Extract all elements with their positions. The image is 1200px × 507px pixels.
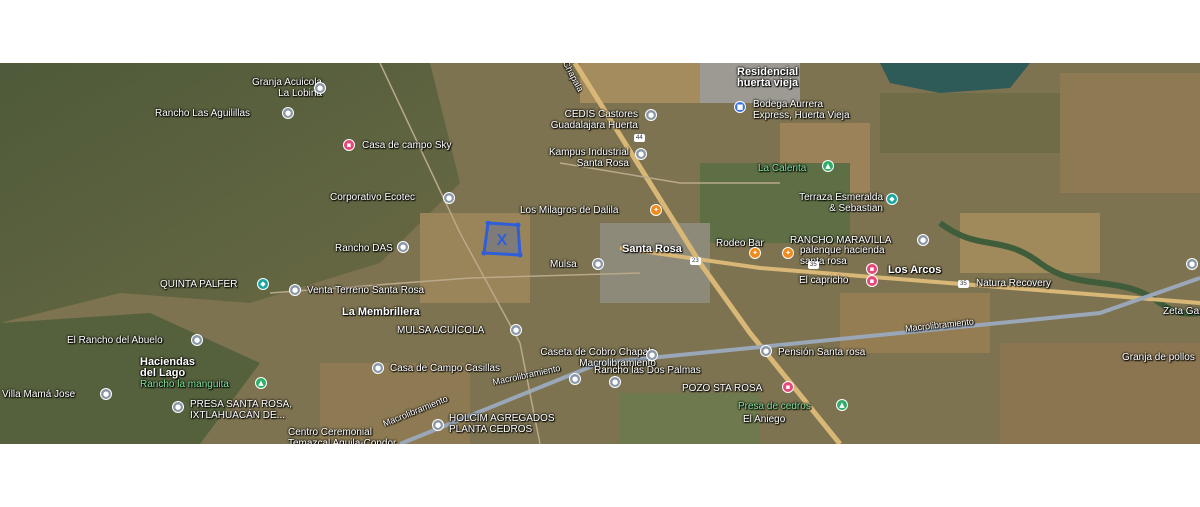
place-pin-icon[interactable]: ● xyxy=(191,334,203,346)
label-los-milagros[interactable]: Los Milagros de Dalila xyxy=(520,205,618,216)
lodging-pin-icon[interactable]: ▪ xyxy=(343,139,355,151)
satellite-map[interactable]: X Granja Acuicola La Lobina ● Rancho Las … xyxy=(0,63,1200,444)
label-pozo-sta-rosa[interactable]: POZO STA ROSA xyxy=(682,383,762,394)
highway-shield: 35 xyxy=(808,261,819,269)
label-casa-de-campo-casillas[interactable]: Casa de Campo Casillas xyxy=(390,363,500,374)
lodging-pin-icon[interactable]: ▪ xyxy=(866,263,878,275)
place-pin-icon[interactable]: ● xyxy=(1186,258,1198,270)
label-centro-ceremonial[interactable]: Centro Ceremonial Temazcal Aguila-Condor xyxy=(288,427,418,444)
label-rancho-las-aguilillas[interactable]: Rancho Las Aguilillas xyxy=(155,108,250,119)
venue-pin-icon[interactable]: ◆ xyxy=(257,278,269,290)
label-natura-recovery[interactable]: Natura Recovery xyxy=(976,278,1051,289)
place-pin-icon[interactable]: ● xyxy=(100,388,112,400)
place-pin-icon[interactable]: ● xyxy=(510,324,522,336)
label-presa-santa-rosa[interactable]: PRESA SANTA ROSA, IXTLAHUACÁN DE... xyxy=(190,399,320,421)
label-los-arcos[interactable]: Los Arcos xyxy=(888,265,941,276)
label-mulsa-acuicola[interactable]: MULSA ACUÍCOLA xyxy=(397,325,484,336)
label-la-calerita[interactable]: La Calerita xyxy=(758,163,806,174)
label-zeta-ga[interactable]: Zeta Ga xyxy=(1163,306,1199,317)
label-el-capricho[interactable]: El capricho xyxy=(799,275,848,286)
label-corporativo-ecotec[interactable]: Corporativo Ecotec xyxy=(330,192,415,203)
label-venta-terreno[interactable]: Venta Terreno Santa Rosa xyxy=(307,285,424,296)
place-pin-icon[interactable]: ● xyxy=(917,234,929,246)
label-residencial-huerta-vieja[interactable]: Residencial huerta vieja xyxy=(737,67,827,89)
label-la-membrillera[interactable]: La Membrillera xyxy=(342,307,420,318)
place-pin-icon[interactable]: ● xyxy=(760,345,772,357)
food-pin-icon[interactable]: ✦ xyxy=(749,247,761,259)
venue-pin-icon[interactable]: ◆ xyxy=(886,193,898,205)
highway-shield: 23 xyxy=(690,257,701,265)
label-granja-acuicola[interactable]: Granja Acuicola La Lobina xyxy=(232,77,322,99)
place-pin-icon[interactable]: ● xyxy=(172,401,184,413)
label-bodega-aurrera[interactable]: Bodega Aurrera Express, Huerta Vieja xyxy=(753,99,883,121)
label-pension-santa-rosa[interactable]: Pensión Santa rosa xyxy=(778,347,865,358)
place-pin-icon[interactable]: ● xyxy=(443,192,455,204)
place-pin-icon[interactable]: ● xyxy=(372,362,384,374)
lodging-pin-icon[interactable]: ▪ xyxy=(782,381,794,393)
label-casa-de-campo-sky[interactable]: Casa de campo Sky xyxy=(362,140,452,151)
park-pin-icon[interactable]: ▲ xyxy=(822,160,834,172)
place-pin-icon[interactable]: ● xyxy=(635,148,647,160)
label-rancho-das[interactable]: Rancho DAS xyxy=(335,243,393,254)
park-pin-icon[interactable]: ▲ xyxy=(255,377,267,389)
label-rancho-las-dos-palmas[interactable]: Rancho las Dos Palmas xyxy=(594,365,701,376)
label-mulsa[interactable]: Mulsa xyxy=(550,259,577,270)
lodging-pin-icon[interactable]: ▪ xyxy=(866,275,878,287)
label-kampus-industrial[interactable]: Kampus Industrial Santa Rosa xyxy=(524,147,629,169)
label-el-rancho-del-abuelo[interactable]: El Rancho del Abuelo xyxy=(67,335,163,346)
place-pin-icon[interactable]: ● xyxy=(592,258,604,270)
label-villa-mama-jose[interactable]: Villa Mamá Jose xyxy=(2,389,75,400)
place-pin-icon[interactable]: ● xyxy=(569,373,581,385)
label-quinta-palfer[interactable]: QUINTA PALFER xyxy=(160,279,237,290)
food-pin-icon[interactable]: ✦ xyxy=(650,204,662,216)
label-cedis-castores[interactable]: CEDIS Castores Guadalajara Huerta xyxy=(528,109,638,131)
place-pin-icon[interactable]: ● xyxy=(397,241,409,253)
label-granja-de-pollos[interactable]: Granja de pollos xyxy=(1122,352,1195,363)
park-pin-icon[interactable]: ▲ xyxy=(836,399,848,411)
property-marker[interactable]: X xyxy=(480,221,524,259)
label-holcim[interactable]: HOLCIM AGREGADOS PLANTA CEDROS xyxy=(449,413,579,435)
place-pin-icon[interactable]: ● xyxy=(314,82,326,94)
shopping-pin-icon[interactable]: ■ xyxy=(734,101,746,113)
label-presa-de-cedros[interactable]: Presa de cedros xyxy=(738,401,811,412)
svg-text:X: X xyxy=(497,232,508,249)
label-terraza-esmeralda[interactable]: Terraza Esmeralda & Sebastian xyxy=(773,192,883,214)
food-pin-icon[interactable]: ✦ xyxy=(782,247,794,259)
place-pin-icon[interactable]: ● xyxy=(609,376,621,388)
label-el-aniego[interactable]: El Aniego xyxy=(743,414,785,425)
highway-shield: 35 xyxy=(958,280,969,288)
label-haciendas-del-lago[interactable]: Haciendas del Lago xyxy=(140,357,210,379)
label-rancho-la-manguita[interactable]: Rancho la manguita xyxy=(140,379,229,390)
place-pin-icon[interactable]: ● xyxy=(646,349,658,361)
place-pin-icon[interactable]: ● xyxy=(645,109,657,121)
place-pin-icon[interactable]: ● xyxy=(432,419,444,431)
place-pin-icon[interactable]: ● xyxy=(289,284,301,296)
label-santa-rosa[interactable]: Santa Rosa xyxy=(622,244,682,255)
highway-shield: 44 xyxy=(634,134,645,142)
place-pin-icon[interactable]: ● xyxy=(282,107,294,119)
